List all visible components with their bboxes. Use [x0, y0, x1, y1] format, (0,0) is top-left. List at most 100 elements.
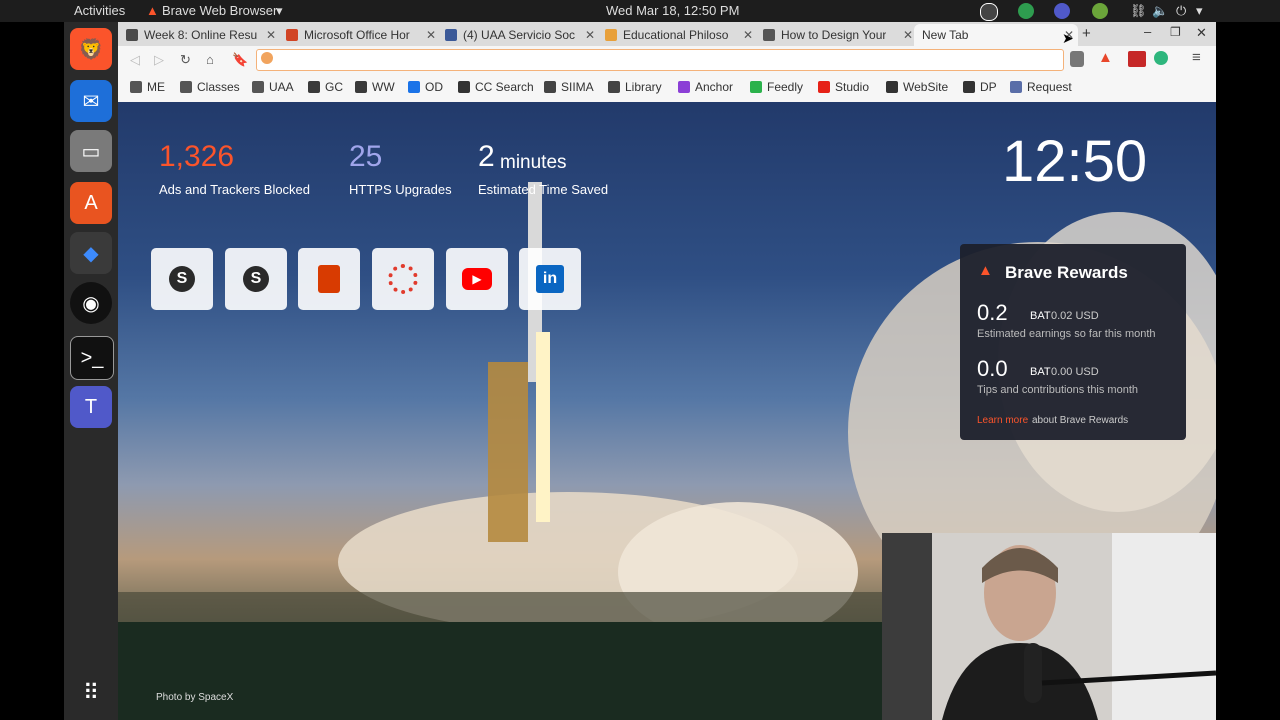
teams-tray-icon[interactable]	[1054, 3, 1070, 19]
forward-icon[interactable]: ▷	[154, 52, 164, 68]
new-tab-plus-icon[interactable]: +	[1082, 25, 1091, 42]
learn-more-link[interactable]: Learn more	[977, 415, 1028, 426]
bookmark-studio[interactable]: Studio	[818, 80, 869, 94]
extension-calendar-icon[interactable]	[1128, 51, 1146, 67]
brave-dock-icon[interactable]: 🦁	[70, 28, 112, 70]
request-icon	[1010, 81, 1022, 93]
thunderbird-dock-icon[interactable]: ✉	[70, 80, 112, 122]
top-site-youtube[interactable]: ▶	[446, 248, 508, 310]
brave-rewards-logo-icon: ▲	[978, 262, 993, 279]
tab-title: Week 8: Online Resu	[144, 28, 258, 42]
files-dock-icon[interactable]: ▭	[70, 130, 112, 172]
power-icon[interactable]: ⏻	[1176, 3, 1186, 19]
brave-rewards-icon[interactable]: ▲	[1098, 49, 1113, 66]
time-saved-value: 2	[478, 140, 495, 173]
dev-tool-dock-icon[interactable]: ◆	[70, 232, 112, 274]
bookmark-website[interactable]: WebSite	[886, 80, 948, 94]
photo-credit: Photo by SpaceX	[156, 692, 234, 703]
tab-favicon-icon	[445, 29, 457, 41]
linkedin-icon: in	[536, 265, 564, 293]
close-icon[interactable]: ✕	[585, 28, 595, 42]
brave-rewards-widget: ▲ Brave Rewards 0.2 BAT 0.02 USD Estimat…	[960, 244, 1186, 440]
bookmark-od[interactable]: OD	[408, 80, 443, 94]
bookmark-request[interactable]: Request	[1010, 80, 1072, 94]
terminal-dock-icon[interactable]: >_	[70, 336, 114, 380]
tab-strip: Week 8: Online Resu ✕ Microsoft Office Ho…	[118, 22, 1216, 46]
skype-icon: S	[243, 266, 269, 292]
obs-dock-icon[interactable]: ◉	[70, 282, 112, 324]
tab-title: Educational Philoso	[623, 28, 729, 42]
tab-2[interactable]: Microsoft Office Hor ✕	[286, 24, 436, 46]
learn-more-rest: about Brave Rewards	[1032, 415, 1129, 426]
teams-dock-icon[interactable]: T	[70, 386, 112, 428]
tab-new-tab-active[interactable]: New Tab ✕	[914, 24, 1078, 46]
tab-3[interactable]: (4) UAA Servicio Soc ✕	[445, 24, 595, 46]
reload-icon[interactable]: ↻	[180, 52, 191, 68]
rewards-title: Brave Rewards	[1005, 263, 1128, 282]
top-site-canvas[interactable]	[372, 248, 434, 310]
brave-shields-icon[interactable]	[1070, 51, 1084, 67]
bookmark-anchor[interactable]: Anchor	[678, 80, 733, 94]
top-site-office[interactable]	[298, 248, 360, 310]
tab-5[interactable]: How to Design Your ✕	[763, 24, 913, 46]
home-icon[interactable]: ⌂	[206, 52, 214, 67]
url-input[interactable]	[256, 49, 1064, 71]
bookmark-uaa[interactable]: UAA	[252, 80, 294, 94]
bookmark-siima[interactable]: SIIMA	[544, 80, 594, 94]
app-menu-label[interactable]: Brave Web Browser	[162, 3, 277, 18]
globe-icon	[544, 81, 556, 93]
back-icon[interactable]: ◁	[130, 52, 140, 68]
minimize-icon[interactable]: –	[1144, 24, 1151, 39]
app-menu-chevron-icon[interactable]: ▾	[276, 3, 283, 19]
bookmark-dp[interactable]: DP	[963, 80, 997, 94]
bookmark-library[interactable]: Library	[608, 80, 662, 94]
volume-icon[interactable]: 🔈	[1152, 3, 1168, 19]
tips-unit: BAT	[1030, 366, 1051, 378]
bookmark-icon[interactable]: 🔖	[232, 52, 248, 68]
close-icon[interactable]: ✕	[266, 28, 276, 42]
top-site-skype-1[interactable]: S	[151, 248, 213, 310]
activities-button[interactable]: Activities	[74, 3, 125, 18]
window-close-icon[interactable]: ✕	[1196, 25, 1207, 41]
clock-datetime[interactable]: Wed Mar 18, 12:50 PM	[606, 3, 739, 18]
tab-favicon-icon	[126, 29, 138, 41]
system-menu-chevron-icon[interactable]: ▾	[1196, 3, 1203, 19]
bookmark-cc-search[interactable]: CC Search	[458, 80, 534, 94]
close-icon[interactable]: ✕	[903, 28, 913, 42]
brave-search-icon	[261, 52, 273, 64]
bookmark-feedly[interactable]: Feedly	[750, 80, 803, 94]
maximize-icon[interactable]: ❐	[1170, 25, 1181, 39]
tab-title: How to Design Your	[781, 28, 887, 42]
youtube-icon: ▶	[462, 268, 492, 290]
link-icon	[963, 81, 975, 93]
creative-commons-icon	[458, 81, 470, 93]
earnings-value: 0.2	[977, 300, 1008, 325]
earnings-label: Estimated earnings so far this month	[977, 328, 1156, 340]
network-icon[interactable]: ⛓	[1130, 3, 1147, 19]
show-applications-icon[interactable]: ⠿	[70, 672, 112, 714]
bookmark-ww[interactable]: WW	[355, 80, 395, 94]
top-site-skype-2[interactable]: S	[225, 248, 287, 310]
canvas-icon	[388, 264, 418, 294]
top-site-linkedin[interactable]: in	[519, 248, 581, 310]
tab-4[interactable]: Educational Philoso ✕	[605, 24, 753, 46]
webcam-overlay	[882, 533, 1216, 720]
bookmark-me[interactable]: ME	[130, 80, 165, 94]
bookmark-gc[interactable]: GC	[308, 80, 343, 94]
bookmark-classes[interactable]: Classes	[180, 80, 240, 94]
close-icon[interactable]: ✕	[426, 28, 436, 42]
software-center-dock-icon[interactable]: A	[70, 182, 112, 224]
tips-value: 0.0	[977, 356, 1008, 381]
ntp-clock: 12:50	[1002, 129, 1148, 194]
webcam-person-image	[882, 533, 1216, 720]
youtube-icon	[818, 81, 830, 93]
app-tray-icon[interactable]	[1092, 3, 1108, 19]
shield-tray-icon[interactable]	[1018, 3, 1034, 19]
tab-title: (4) UAA Servicio Soc	[463, 28, 576, 42]
tab-1[interactable]: Week 8: Online Resu ✕	[126, 24, 276, 46]
wix-icon	[886, 81, 898, 93]
grammarly-icon[interactable]	[1154, 51, 1168, 65]
close-icon[interactable]: ✕	[743, 28, 753, 42]
menu-icon[interactable]: ≡	[1192, 49, 1201, 66]
obs-tray-icon[interactable]	[980, 3, 998, 21]
